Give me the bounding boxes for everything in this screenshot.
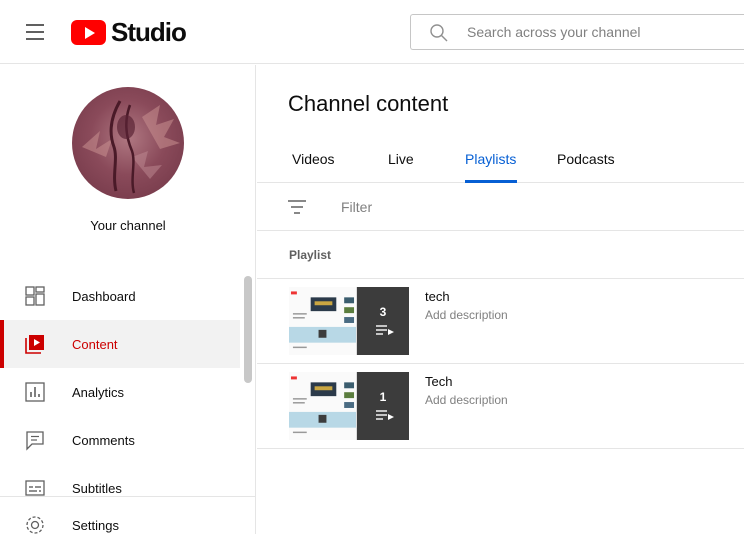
table-row[interactable]: 3 tech Add description [257, 279, 744, 364]
playlist-thumbnail[interactable]: 3 [289, 287, 409, 355]
logo-text: Studio [111, 16, 187, 47]
search-box[interactable] [410, 14, 744, 50]
sidebar-item-comments[interactable]: Comments [0, 416, 240, 464]
playlist-icon [376, 325, 394, 335]
tab-playlists[interactable]: Playlists [465, 151, 516, 167]
filter-bar [257, 183, 744, 231]
youtube-studio-logo[interactable]: Studio [71, 16, 187, 47]
avatar-artwork [82, 100, 180, 194]
playlist-video-count: 1 [379, 390, 387, 404]
sidebar: Your channel Dashboard Content Analytics… [0, 65, 256, 534]
playlist-description[interactable]: Add description [425, 308, 508, 322]
content-icon [25, 335, 44, 354]
sidebar-item-content[interactable]: Content [0, 320, 240, 368]
playlist-icon [376, 410, 394, 420]
playlist-description[interactable]: Add description [425, 393, 508, 407]
gear-icon [26, 516, 44, 534]
sidebar-item-label: Dashboard [72, 289, 136, 304]
main-content: Channel content Videos Live Playlists Po… [257, 65, 744, 534]
sidebar-nav: Dashboard Content Analytics Comments Sub… [0, 272, 240, 512]
sidebar-divider [0, 496, 256, 497]
playlist-count-overlay: 1 [357, 372, 409, 440]
playlist-title[interactable]: tech [425, 289, 450, 304]
your-channel-label[interactable]: Your channel [0, 218, 256, 233]
top-header: Studio [0, 0, 744, 64]
page-title: Channel content [288, 91, 449, 116]
playlist-thumbnail[interactable]: 1 [289, 372, 409, 440]
sidebar-item-label: Content [72, 337, 118, 352]
playlist-video-count: 3 [379, 305, 387, 319]
column-header-playlist[interactable]: Playlist [289, 248, 331, 262]
playlist-title[interactable]: Tech [425, 374, 452, 389]
content-tabs: Videos Live Playlists Podcasts [257, 137, 744, 183]
sidebar-item-dashboard[interactable]: Dashboard [0, 272, 240, 320]
youtube-play-icon [71, 19, 106, 45]
sidebar-item-label: Comments [72, 433, 135, 448]
tab-podcasts[interactable]: Podcasts [557, 151, 615, 167]
menu-icon[interactable] [22, 20, 50, 44]
playlist-count-overlay: 3 [357, 287, 409, 355]
analytics-icon [25, 382, 45, 402]
sidebar-item-settings[interactable]: Settings [0, 505, 240, 534]
tab-videos[interactable]: Videos [292, 151, 335, 167]
search-icon [430, 24, 448, 42]
tab-live[interactable]: Live [388, 151, 414, 167]
thumbnail-screenshot [289, 287, 357, 355]
dashboard-icon [25, 286, 45, 306]
sidebar-scrollbar[interactable] [244, 276, 252, 383]
search-input[interactable] [467, 15, 744, 49]
sidebar-item-label: Settings [72, 518, 119, 533]
table-header: Playlist [257, 231, 744, 279]
thumbnail-screenshot [289, 372, 357, 440]
filter-icon[interactable] [287, 199, 307, 215]
sidebar-item-analytics[interactable]: Analytics [0, 368, 240, 416]
comments-icon [26, 431, 44, 451]
sidebar-item-label: Analytics [72, 385, 125, 400]
table-row[interactable]: 1 Tech Add description [257, 364, 744, 449]
sidebar-item-label: Subtitles [72, 481, 122, 496]
filter-input[interactable] [341, 193, 721, 221]
channel-avatar[interactable] [72, 87, 184, 199]
